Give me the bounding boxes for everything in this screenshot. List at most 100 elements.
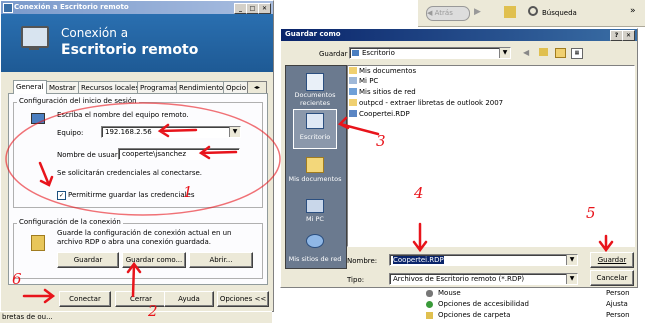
rdc-titlebar: Conexión a Escritorio remoto _ □ ✕ [1,1,273,14]
list-item-name: Opciones de carpeta [438,311,511,319]
search-label[interactable]: Búsqueda [542,9,577,17]
new-folder-icon[interactable] [555,48,566,58]
up-folder-icon[interactable] [504,6,516,18]
explorer-toolbar: ◀ Atrás ▶ Búsqueda » [418,0,645,27]
save-in-combo[interactable]: Escritorio ▼ [349,47,511,59]
file-item[interactable]: Mis documentos [349,67,416,75]
annotation-3: 3 [376,132,386,150]
banner-line1: Conexión a [61,26,129,40]
list-item-name: Mouse [438,289,461,297]
list-item[interactable]: Mouse Person [426,289,641,299]
computer-prompt: Escriba el nombre del equipo remoto. [57,111,189,119]
computer-combo[interactable]: 192.168.2.56 ▼ [101,126,241,138]
rdp-file-icon [349,110,357,117]
annotation-6: 6 [12,270,22,288]
monitor-icon [21,26,49,48]
filetype-value: Archivos de Escritorio remoto (*.RDP) [393,275,525,283]
computer-value: 192.168.2.56 [105,128,152,136]
save-credentials-label[interactable]: Permitirme guardar las credenciales [68,191,195,199]
save-in-value: Escritorio [362,49,395,57]
computer-icon [349,77,357,84]
mouse-icon [426,290,433,297]
saveas-dialog: Guardar como ? ✕ Guardar en: Escritorio … [280,28,638,288]
connection-text: Guarde la configuración de conexión actu… [57,229,232,246]
desktop-place-icon [306,113,324,129]
rdc-title: Conexión a Escritorio remoto [14,3,129,11]
save-credentials-checkbox[interactable]: ✓ [57,191,66,200]
user-value: cooperte\jsanchez [122,150,187,158]
chevron-down-icon[interactable]: ▼ [566,274,577,284]
list-item-name: Opciones de accesibilidad [438,300,529,308]
folder-icon [349,67,357,74]
folder-icon [31,235,45,251]
connection-group-label: Configuración de la conexión [17,218,123,226]
chevron-down-icon[interactable]: ▼ [229,127,240,137]
file-name: Mis documentos [359,67,417,75]
up-one-level-icon[interactable] [539,48,548,56]
desktop-icon [352,50,359,56]
tab-general[interactable]: General [13,80,47,94]
explorer-list: Mouse Person Opciones de accesibilidad A… [418,288,645,322]
network-icon [349,88,357,95]
back-button[interactable]: ◀ Atrás [426,6,470,21]
annotation-1: 1 [183,183,193,201]
my-documents-icon[interactable] [306,157,324,173]
filename-value: Coopertei.RDP [393,256,444,264]
view-menu-icon[interactable]: ▦ [571,48,583,59]
save-button[interactable]: Guardar [57,252,119,268]
search-icon[interactable] [528,6,538,16]
places-item-my-documents[interactable]: Mis documentos [288,175,342,183]
taskbar-text[interactable]: bretas de ou... [2,313,53,321]
folder-icon [349,99,357,106]
login-group-label: Configuración del inicio de sesión [17,97,139,105]
dialog-save-button[interactable]: Guardar [590,252,634,268]
saveas-titlebar: Guardar como ? ✕ [281,29,637,41]
file-item[interactable]: outpcd - extraer libretas de outlook 200… [349,99,503,107]
rdc-window: Conexión a Escritorio remoto _ □ ✕ Conex… [0,0,274,312]
recent-docs-icon[interactable] [306,73,324,91]
list-item[interactable]: Opciones de carpeta Person [426,311,641,321]
forward-button[interactable]: ▶ [474,6,492,19]
chevron-down-icon[interactable]: ▼ [499,48,510,58]
back-nav-icon[interactable]: ◀ [523,48,529,57]
filetype-combo[interactable]: Archivos de Escritorio remoto (*.RDP) ▼ [389,273,578,285]
banner-line2: Escritorio remoto [61,42,199,58]
my-computer-icon[interactable] [306,199,324,213]
close-title-button[interactable]: ✕ [622,30,635,41]
close-button[interactable]: ✕ [258,3,271,14]
close-dialog-button[interactable]: Cerrar [115,291,167,307]
folder-options-icon [426,312,433,319]
computer-label: Equipo: [57,129,84,137]
file-item[interactable]: Coopertei.RDP [349,110,410,118]
file-item[interactable]: Mis sitios de red [349,88,416,96]
places-item-network[interactable]: Mis sitios de red [288,255,342,263]
places-item-desktop[interactable]: Escritorio [288,133,342,141]
file-item[interactable]: Mi PC [349,77,378,85]
rdc-app-icon [3,3,13,13]
filename-combo[interactable]: Coopertei.RDP ▼ [389,254,578,266]
rdc-banner: Conexión a Escritorio remoto [1,14,273,72]
places-item-my-pc[interactable]: Mi PC [288,215,342,223]
network-icon[interactable] [306,234,324,248]
filename-label: Nombre: [347,257,378,265]
open-button[interactable]: Abrir... [189,252,253,268]
list-item-value: Ajusta [606,300,628,308]
annotation-4: 4 [414,184,424,202]
save-as-button[interactable]: Guardar como... [122,252,186,268]
options-button[interactable]: Opciones << [217,291,269,307]
toolbar-chevron[interactable]: » [630,6,636,16]
connect-button[interactable]: Conectar [59,291,111,307]
computer-icon [31,113,45,124]
help-button[interactable]: Ayuda [164,291,214,307]
chevron-down-icon[interactable]: ▼ [566,255,577,265]
list-item-value: Person [606,289,630,297]
user-input[interactable]: cooperte\jsanchez [118,148,240,160]
saveas-title: Guardar como [285,30,341,38]
list-item-value: Person [606,311,630,319]
dialog-cancel-button[interactable]: Cancelar [590,270,634,286]
file-name: Coopertei.RDP [359,110,410,118]
places-item-recent[interactable]: Documentos recientes [288,91,342,107]
accessibility-icon [426,301,433,308]
list-item[interactable]: Opciones de accesibilidad Ajusta [426,300,641,310]
file-name: Mi PC [359,77,379,85]
